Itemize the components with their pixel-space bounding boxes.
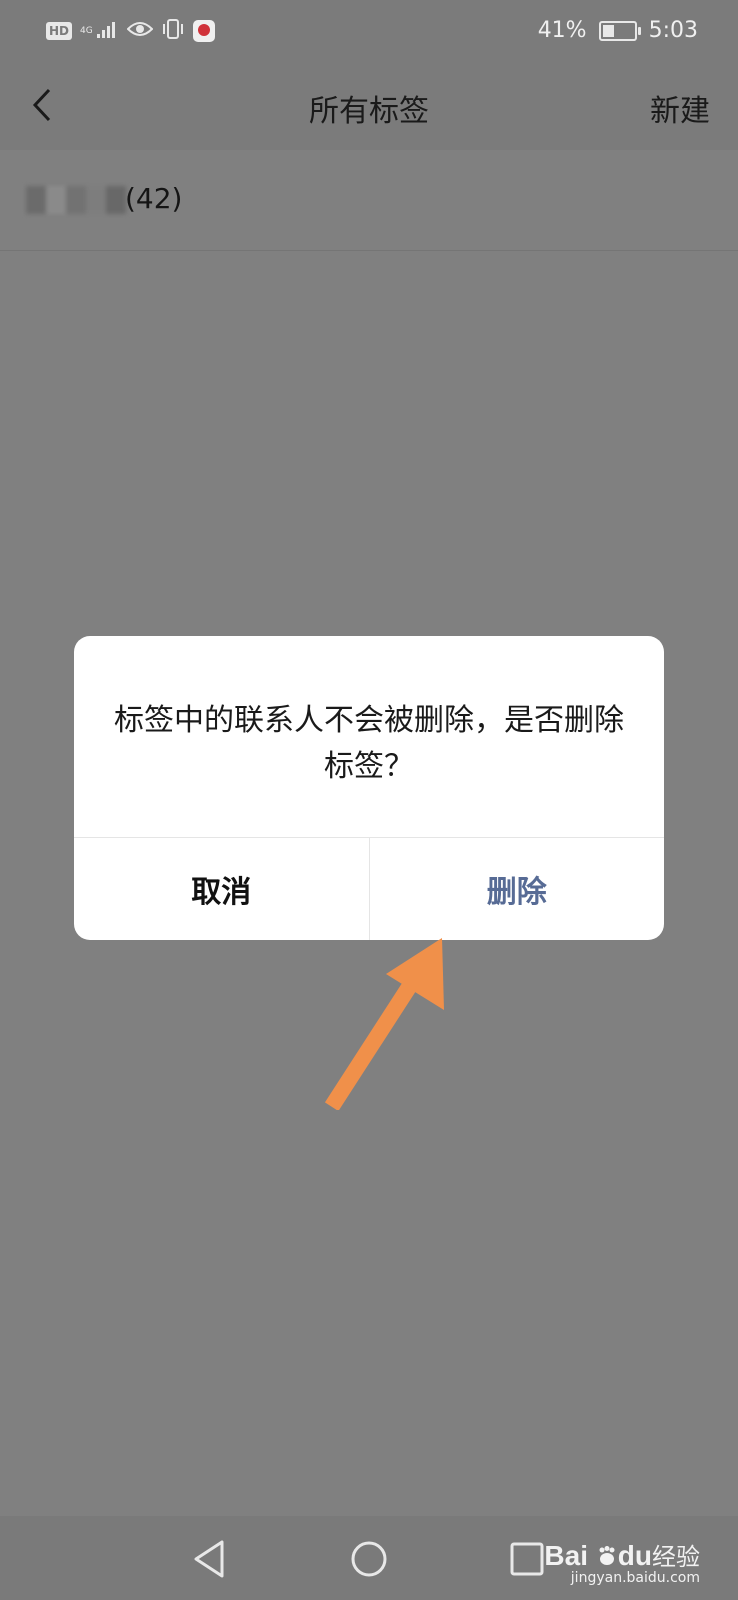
tag-name-redacted — [26, 186, 126, 214]
eye-icon — [126, 20, 154, 42]
watermark-brand-bai: Bai — [544, 1540, 588, 1571]
signal-icon — [96, 20, 119, 42]
new-tag-button[interactable]: 新建 — [650, 86, 710, 130]
recents-square-icon[interactable] — [504, 1536, 550, 1582]
hd-icon: HD — [46, 22, 73, 40]
paw-icon — [588, 1540, 618, 1571]
top-nav-bar: 所有标签 新建 — [0, 64, 738, 150]
battery-icon — [598, 20, 641, 41]
tag-member-count: (42) — [125, 182, 183, 215]
clock: 5:03 — [648, 18, 698, 43]
network-type-label: 4G — [80, 25, 93, 36]
baidu-jingyan-watermark: Bai du经验 jingyan.baidu.com — [544, 1537, 700, 1586]
system-nav-bar: Bai du经验 jingyan.baidu.com — [0, 1516, 738, 1600]
back-triangle-icon[interactable] — [188, 1536, 234, 1582]
watermark-brand-du: du — [617, 1540, 652, 1571]
status-icons-left: HD 4G — [46, 18, 215, 44]
dialog-buttons: 取消 删除 — [74, 837, 664, 940]
delete-button[interactable]: 删除 — [370, 838, 665, 940]
app-notification-icon — [192, 20, 215, 42]
cancel-button[interactable]: 取消 — [74, 838, 370, 940]
status-bar: HD 4G 41% 5:03 — [0, 0, 738, 64]
watermark-brand: Bai du经验 — [544, 1537, 700, 1572]
list-item[interactable]: (42) — [0, 150, 738, 251]
vibrate-icon — [161, 18, 185, 44]
battery-percent: 41% — [537, 18, 587, 43]
watermark-brand-suffix: 经验 — [652, 1544, 700, 1571]
confirm-delete-dialog: 标签中的联系人不会被删除，是否删除标签？ 取消 删除 — [74, 636, 664, 940]
watermark-url: jingyan.baidu.com — [570, 1570, 700, 1586]
annotation-arrow-icon — [324, 938, 444, 1110]
status-icons-right: 41% 5:03 — [538, 18, 698, 43]
dialog-message: 标签中的联系人不会被删除，是否删除标签？ — [114, 703, 624, 784]
page-title: 所有标签 — [309, 94, 429, 129]
battery-fill — [602, 24, 615, 37]
home-circle-icon[interactable] — [346, 1536, 392, 1582]
